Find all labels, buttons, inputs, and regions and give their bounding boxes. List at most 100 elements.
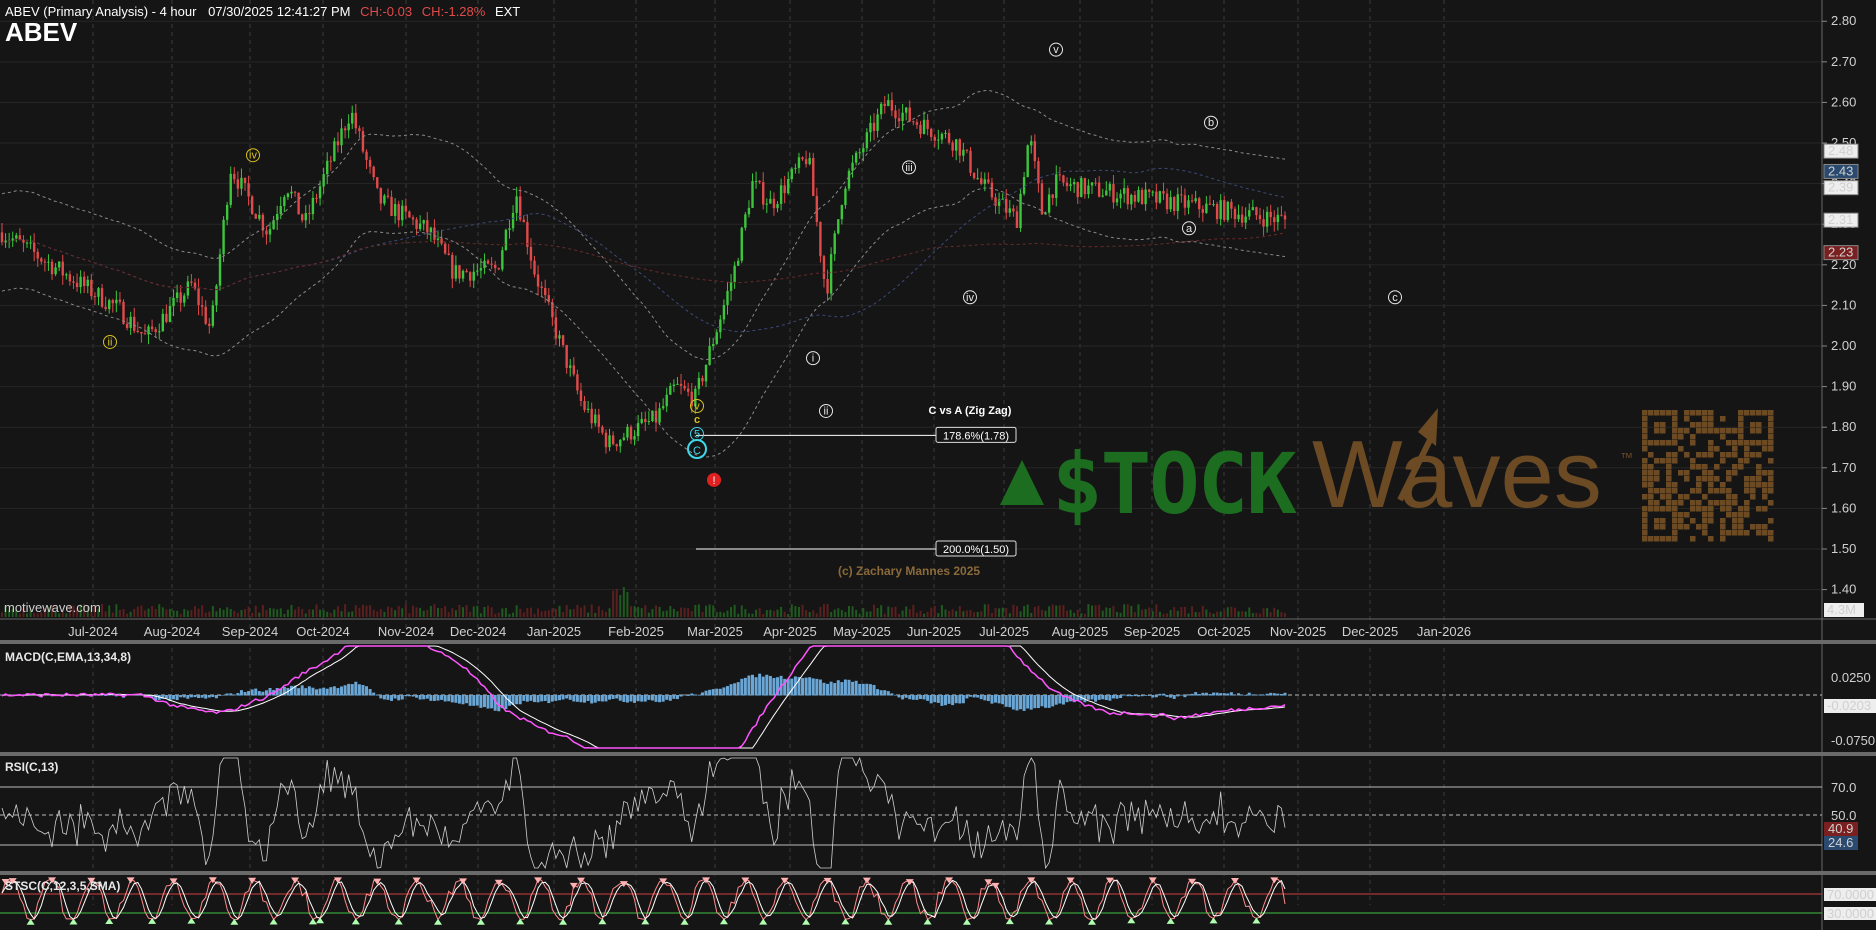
qr-cell [1756, 428, 1762, 434]
candle-body [1058, 174, 1062, 176]
candle-body [129, 316, 132, 328]
qr-cell [1660, 506, 1666, 512]
qr-cell [1726, 512, 1732, 518]
volume-bar [962, 611, 965, 617]
macd-hist-bar [429, 695, 433, 701]
candle-body [840, 205, 844, 220]
macd-hist-bar [382, 695, 386, 700]
volume-bar [201, 605, 204, 617]
candle-body [751, 181, 754, 208]
candle-body [783, 185, 786, 194]
qr-cell [1654, 488, 1660, 494]
qr-cell [1672, 434, 1678, 440]
wave-label-10: iv [966, 292, 974, 304]
qr-cell [1690, 500, 1696, 506]
candle-body [286, 193, 290, 198]
candle-body [1208, 203, 1212, 205]
qr-cell [1756, 410, 1762, 416]
volume-bar [769, 609, 772, 617]
qr-cell [1768, 422, 1774, 428]
volume-bar [783, 611, 786, 617]
volume-bar [1176, 610, 1179, 617]
volume-bar [454, 610, 457, 617]
volume-bar [615, 588, 618, 617]
volume-bar [790, 604, 793, 617]
macd-hist-bar [440, 695, 444, 700]
candle-body [858, 152, 861, 154]
macd-hist-bar [254, 688, 258, 696]
qr-cell [1666, 452, 1672, 458]
volume-bar [126, 613, 129, 617]
candle-body [186, 281, 190, 296]
macd-hist-bar [1136, 695, 1140, 697]
candle-body [722, 305, 726, 320]
stoch-sell-marker [991, 882, 1000, 889]
candle-body [737, 260, 740, 266]
candle-body [240, 177, 243, 189]
volume-bar [855, 609, 858, 617]
qr-cell [1666, 410, 1672, 416]
candle-body [158, 331, 161, 333]
macd-hist-bar [297, 688, 301, 696]
qr-cell [1678, 470, 1684, 476]
qr-cell [1750, 428, 1756, 434]
candle-body [640, 418, 643, 424]
macd-hist-bar [804, 677, 808, 696]
stoch-buy-marker [316, 917, 325, 924]
candle-body [1126, 188, 1129, 205]
macd-hist-bar [550, 695, 554, 702]
candle-body [983, 179, 986, 184]
candle-body [1122, 188, 1126, 194]
macd-hist-bar [357, 684, 361, 696]
qr-cell [1708, 482, 1714, 488]
volume-bar [923, 613, 926, 617]
candle-body [1147, 189, 1151, 192]
candle-body [211, 305, 215, 326]
volume-bar [494, 613, 497, 617]
candle-body [465, 270, 468, 273]
qr-cell [1642, 524, 1648, 530]
candle-body [801, 157, 804, 160]
qr-cell [1666, 482, 1672, 488]
qr-cell [1708, 440, 1714, 446]
macd-hist-bar [890, 693, 894, 696]
qr-cell [1708, 500, 1714, 506]
y-tick-label-1: 2.70 [1831, 54, 1856, 69]
volume-bar [933, 605, 936, 617]
volume-bar [1191, 606, 1194, 617]
x-tick-label-3: Oct-2024 [296, 624, 349, 639]
qr-cell [1750, 494, 1756, 500]
candle-body [804, 159, 808, 165]
macd-hist-bar [833, 683, 837, 696]
candle-body [994, 197, 997, 206]
qr-cell [1672, 428, 1678, 434]
volume-bar [1137, 604, 1140, 617]
candle-body [365, 151, 368, 160]
wave-label-9: iii [905, 162, 912, 174]
qr-cell [1672, 422, 1678, 428]
candle-body [383, 195, 386, 204]
candle-body [733, 265, 736, 283]
macd-hist-bar [1119, 695, 1123, 699]
candle-body [937, 139, 940, 141]
volume-bar [708, 604, 711, 617]
qr-cell [1708, 428, 1714, 434]
volume-bar [547, 610, 550, 617]
macd-hist-bar [1129, 695, 1133, 697]
ticker-symbol: ABEV [5, 17, 78, 47]
volume-bar [276, 609, 279, 617]
macd-hist-bar [182, 695, 186, 698]
volume-bar [437, 607, 440, 617]
qr-cell [1672, 524, 1678, 530]
volume-bar [1226, 607, 1229, 617]
rsi-tick-70: 70.0 [1831, 780, 1856, 795]
volume-bar [333, 609, 336, 617]
candle-body [511, 212, 515, 229]
volume-bar [1112, 605, 1115, 617]
volume-bar [669, 605, 672, 617]
qr-cell [1696, 422, 1702, 428]
candle-body [82, 276, 86, 287]
volume-bar [1040, 609, 1043, 617]
macd-hist-bar [693, 694, 697, 696]
volume-bar [869, 611, 872, 617]
